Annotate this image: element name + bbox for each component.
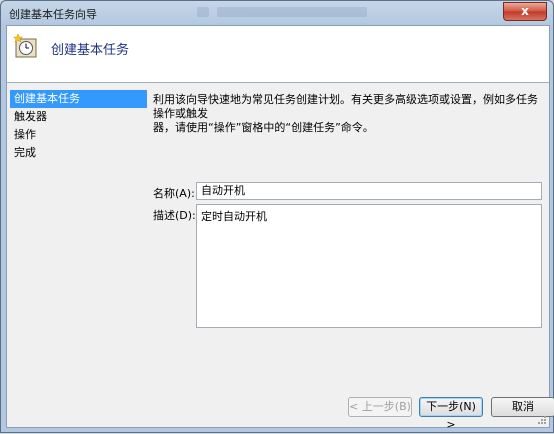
resize-grip-icon[interactable] — [537, 415, 547, 425]
step-trigger[interactable]: 触发器 — [10, 108, 147, 126]
task-scheduler-clock-icon — [13, 33, 37, 58]
step-finish[interactable]: 完成 — [10, 144, 147, 162]
back-button[interactable]: < 上一步(B) — [348, 397, 412, 417]
wizard-header: 创建基本任务 — [7, 26, 549, 82]
close-button[interactable]: x — [503, 2, 547, 21]
name-label: 名称(A): — [153, 187, 195, 200]
wizard-footer: < 上一步(B) 下一步(N) > 取消 — [7, 383, 554, 431]
cancel-button[interactable]: 取消 — [491, 397, 554, 417]
wizard-window: 创建基本任务向导 x 创建基本任务 创建基本任务 触发器 操作 完成 利用该向导… — [0, 0, 554, 433]
description-line-2: 器，请使用“操作”窗格中的“创建任务”命令。 — [153, 121, 374, 134]
page-title: 创建基本任务 — [51, 43, 130, 58]
description-line-1: 利用该向导快速地为常见任务创建计划。有关更多高级选项或设置，例如多任务操作或触发 — [153, 93, 538, 120]
description-label: 描述(D): — [153, 209, 196, 222]
description-textarea[interactable]: 定时自动开机 — [196, 204, 542, 328]
title-bar[interactable]: 创建基本任务向导 x — [1, 1, 553, 25]
step-action[interactable]: 操作 — [10, 126, 147, 144]
wizard-body: 创建基本任务 触发器 操作 完成 利用该向导快速地为常见任务创建计划。有关更多高… — [7, 83, 549, 383]
step-create-basic-task[interactable]: 创建基本任务 — [10, 90, 147, 108]
close-icon: x — [521, 4, 529, 18]
window-title: 创建基本任务向导 — [9, 8, 97, 21]
step-list: 创建基本任务 触发器 操作 完成 — [10, 90, 147, 162]
next-button[interactable]: 下一步(N) > — [419, 397, 483, 431]
step-content: 利用该向导快速地为常见任务创建计划。有关更多高级选项或设置，例如多任务操作或触发… — [153, 93, 545, 135]
name-input[interactable] — [196, 182, 542, 200]
background-window-blur — [197, 5, 397, 19]
wizard-client-area: 创建基本任务 创建基本任务 触发器 操作 完成 利用该向导快速地为常见任务创建计… — [6, 25, 554, 431]
